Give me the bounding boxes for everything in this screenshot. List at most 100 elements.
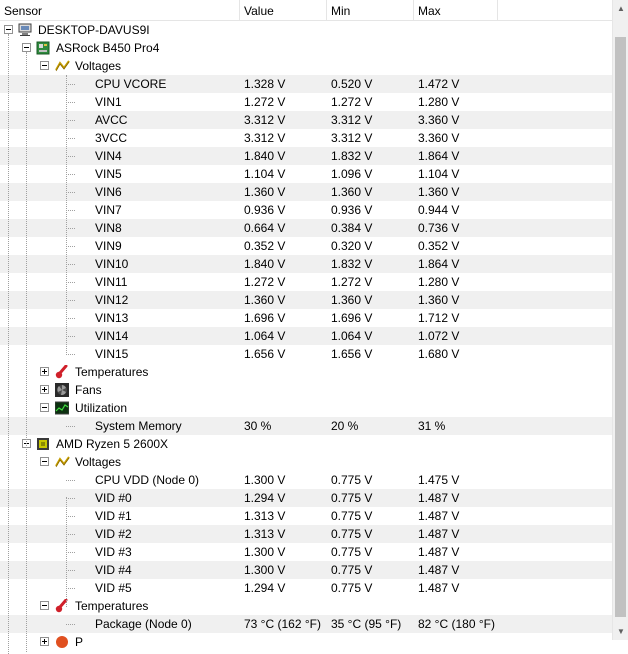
sensor-row[interactable]: VIN13 1.696 V 1.696 V 1.712 V bbox=[0, 309, 612, 327]
sensor-row[interactable]: VIN8 0.664 V 0.384 V 0.736 V bbox=[0, 219, 612, 237]
tree-connector bbox=[66, 246, 75, 247]
sensor-value: 3.312 V bbox=[244, 131, 286, 145]
tree-connector bbox=[66, 228, 75, 229]
sensor-value: 1.360 V bbox=[244, 185, 286, 199]
node-label: Utilization bbox=[75, 401, 128, 415]
sensor-value: 1.272 V bbox=[244, 275, 286, 289]
sensor-row[interactable]: VIN9 0.352 V 0.320 V 0.352 V bbox=[0, 237, 612, 255]
tree-connector bbox=[66, 498, 75, 499]
sensor-row[interactable]: AVCC 3.312 V 3.312 V 3.360 V bbox=[0, 111, 612, 129]
sensor-value: 1.313 V bbox=[244, 527, 286, 541]
node-label: P bbox=[75, 635, 84, 649]
collapse-minus-icon[interactable] bbox=[40, 403, 49, 412]
sensor-row[interactable]: VID #1 1.313 V 0.775 V 1.487 V bbox=[0, 507, 612, 525]
collapse-minus-icon[interactable] bbox=[22, 43, 31, 52]
sensor-value: 1.840 V bbox=[244, 149, 286, 163]
collapse-minus-icon[interactable] bbox=[4, 25, 13, 34]
sensor-min: 20 % bbox=[331, 419, 359, 433]
temperatures-group[interactable]: Temperatures bbox=[0, 363, 612, 381]
sensor-max: 1.712 V bbox=[418, 311, 460, 325]
temperatures-group[interactable]: Temperatures bbox=[0, 597, 612, 615]
collapse-minus-icon[interactable] bbox=[40, 61, 49, 70]
sensor-min: 1.064 V bbox=[331, 329, 373, 343]
column-header: Sensor Value Min Max bbox=[0, 0, 612, 21]
sensor-row[interactable]: VID #2 1.313 V 0.775 V 1.487 V bbox=[0, 525, 612, 543]
tree-connector bbox=[66, 336, 75, 337]
max-column-header[interactable]: Max bbox=[414, 0, 498, 20]
sensor-row[interactable]: System Memory 30 % 20 % 31 % bbox=[0, 417, 612, 435]
sensor-max: 1.487 V bbox=[418, 491, 460, 505]
sensor-min: 1.832 V bbox=[331, 257, 373, 271]
value-column-header[interactable]: Value bbox=[240, 0, 327, 20]
hardware-node[interactable]: ASRock B450 Pro4 bbox=[0, 39, 612, 57]
collapse-minus-icon[interactable] bbox=[40, 457, 49, 466]
hardware-node[interactable]: AMD Ryzen 5 2600X bbox=[0, 435, 612, 453]
sensor-max: 3.360 V bbox=[418, 113, 460, 127]
sensor-row[interactable]: VID #3 1.300 V 0.775 V 1.487 V bbox=[0, 543, 612, 561]
scroll-up-arrow-icon[interactable]: ▲ bbox=[613, 0, 628, 17]
expand-plus-icon[interactable] bbox=[40, 385, 49, 394]
sensor-max: 1.072 V bbox=[418, 329, 460, 343]
sensor-value: 1.294 V bbox=[244, 581, 286, 595]
sensor-column-header[interactable]: Sensor bbox=[0, 0, 240, 20]
computer-icon bbox=[18, 23, 32, 37]
sensor-max: 1.472 V bbox=[418, 77, 460, 91]
scrollbar-thumb[interactable] bbox=[615, 37, 626, 617]
expand-plus-icon[interactable] bbox=[40, 637, 49, 646]
sensor-row[interactable]: VID #5 1.294 V 0.775 V 1.487 V bbox=[0, 579, 612, 597]
sensor-row[interactable]: CPU VCORE 1.328 V 0.520 V 1.472 V bbox=[0, 75, 612, 93]
sensor-value: 1.300 V bbox=[244, 545, 286, 559]
voltages-group[interactable]: Voltages bbox=[0, 57, 612, 75]
node-label: DESKTOP-DAVUS9I bbox=[38, 23, 150, 37]
sensor-row[interactable]: Package (Node 0) 73 °C (162 °F) 35 °C (95 … bbox=[0, 615, 612, 633]
min-column-header[interactable]: Min bbox=[327, 0, 414, 20]
sensor-row[interactable]: 3VCC 3.312 V 3.312 V 3.360 V bbox=[0, 129, 612, 147]
sensor-value: 1.104 V bbox=[244, 167, 286, 181]
sensor-row[interactable]: VIN6 1.360 V 1.360 V 1.360 V bbox=[0, 183, 612, 201]
sensor-min: 1.272 V bbox=[331, 95, 373, 109]
sensor-max: 1.864 V bbox=[418, 149, 460, 163]
tree-connector bbox=[66, 300, 75, 301]
sensor-name: VIN4 bbox=[95, 149, 122, 163]
computer-node[interactable]: DESKTOP-DAVUS9I bbox=[0, 21, 612, 39]
sensor-row[interactable]: VIN4 1.840 V 1.832 V 1.864 V bbox=[0, 147, 612, 165]
expand-plus-icon[interactable] bbox=[40, 367, 49, 376]
sensor-max: 82 °C (180 °F) bbox=[418, 617, 495, 631]
sensor-row[interactable]: VIN14 1.064 V 1.064 V 1.072 V bbox=[0, 327, 612, 345]
tree-connector bbox=[66, 192, 75, 193]
sensor-row[interactable]: VIN11 1.272 V 1.272 V 1.280 V bbox=[0, 273, 612, 291]
sensor-row[interactable]: CPU VDD (Node 0) 1.300 V 0.775 V 1.475 V bbox=[0, 471, 612, 489]
sensor-name: System Memory bbox=[95, 419, 182, 433]
tree-connector bbox=[66, 210, 75, 211]
fans-group[interactable]: Fans bbox=[0, 381, 612, 399]
sensor-name: VIN1 bbox=[95, 95, 122, 109]
tree-connector bbox=[66, 156, 75, 157]
sensor-max: 1.475 V bbox=[418, 473, 460, 487]
utilization-group[interactable]: Utilization bbox=[0, 399, 612, 417]
sensor-max: 0.736 V bbox=[418, 221, 460, 235]
sensor-name: VID #5 bbox=[95, 581, 132, 595]
tree-connector bbox=[66, 426, 75, 427]
collapse-minus-icon[interactable] bbox=[40, 601, 49, 610]
sensor-row[interactable]: VIN5 1.104 V 1.096 V 1.104 V bbox=[0, 165, 612, 183]
sensor-value: 1.313 V bbox=[244, 509, 286, 523]
sensor-row[interactable]: VIN12 1.360 V 1.360 V 1.360 V bbox=[0, 291, 612, 309]
sensor-row[interactable]: VID #0 1.294 V 0.775 V 1.487 V bbox=[0, 489, 612, 507]
tree-connector bbox=[66, 84, 75, 85]
sensor-row[interactable]: VIN7 0.936 V 0.936 V 0.944 V bbox=[0, 201, 612, 219]
sensor-row[interactable]: VIN1 1.272 V 1.272 V 1.280 V bbox=[0, 93, 612, 111]
sensor-value: 0.936 V bbox=[244, 203, 286, 217]
sensor-row[interactable]: VIN15 1.656 V 1.656 V 1.680 V bbox=[0, 345, 612, 363]
sensor-name: VID #0 bbox=[95, 491, 132, 505]
power-group[interactable]: P bbox=[0, 633, 612, 651]
sensor-row[interactable]: VID #4 1.300 V 0.775 V 1.487 V bbox=[0, 561, 612, 579]
vertical-scrollbar[interactable]: ▲ ▼ bbox=[612, 0, 628, 640]
sensor-name: VIN8 bbox=[95, 221, 122, 235]
sensor-max: 1.280 V bbox=[418, 275, 460, 289]
scroll-down-arrow-icon[interactable]: ▼ bbox=[613, 623, 628, 640]
sensor-min: 0.320 V bbox=[331, 239, 373, 253]
voltages-group[interactable]: Voltages bbox=[0, 453, 612, 471]
sensor-row[interactable]: VIN10 1.840 V 1.832 V 1.864 V bbox=[0, 255, 612, 273]
tree-connector bbox=[66, 516, 75, 517]
node-label: ASRock B450 Pro4 bbox=[56, 41, 160, 55]
